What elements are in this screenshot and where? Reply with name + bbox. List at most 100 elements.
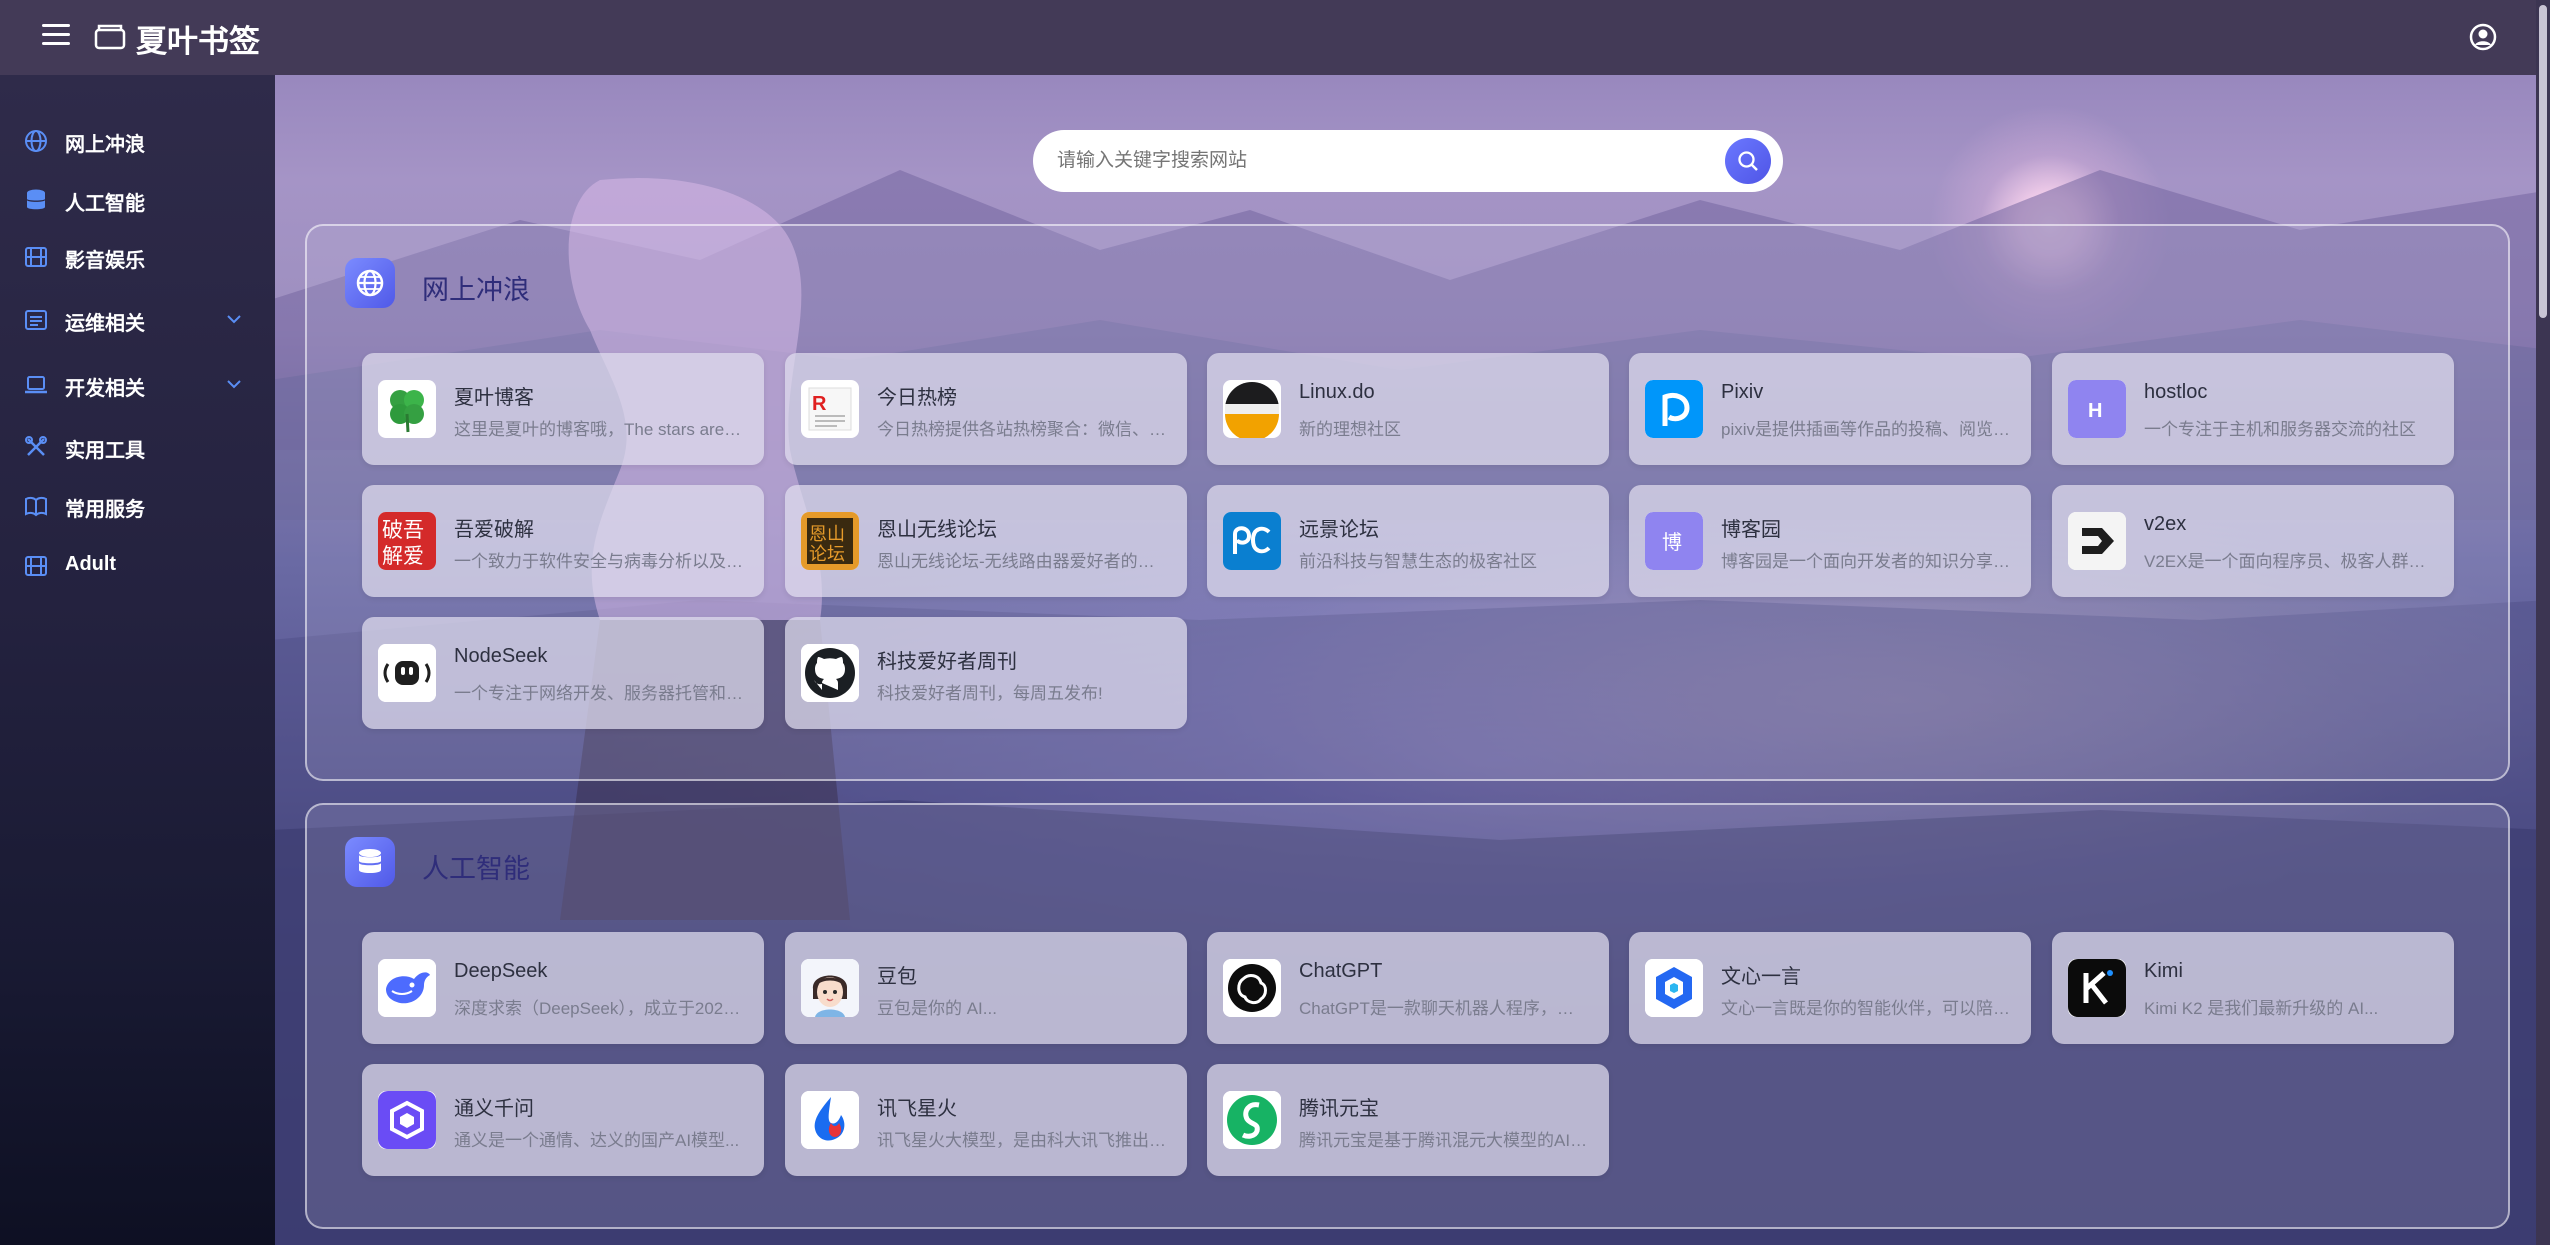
site-card-v2ex[interactable]: v2ex V2EX是一个面向程序员、极客人群的创意社区 [2052,485,2454,597]
database-icon [27,189,45,210]
card-description: 今日热榜提供各站热榜聚合：微信、今日头条、百度... [877,420,1167,439]
sidebar-item-label: 开发相关 [65,378,145,400]
user-circle-icon[interactable] [2468,22,2498,52]
scrollbar-thumb[interactable] [2539,5,2547,318]
sidebar-item-label: 影音娱乐 [65,250,145,272]
card-description: pixiv是提供插画等作品的投稿、阅览服务的插画交流网站 [1721,420,2011,439]
site-card-chatgpt[interactable]: ChatGPT ChatGPT是一款聊天机器人程序，能够通过理解和学习... [1207,932,1609,1044]
site-card-doubao[interactable]: 豆包 豆包是你的 AI... [785,932,1187,1044]
site-card-kimi[interactable]: Kimi Kimi K2 是我们最新升级的 AI... [2052,932,2454,1044]
clover-icon [378,380,436,438]
doubao-avatar-icon [801,959,859,1017]
site-card-hostloc[interactable]: H hostloc 一个专注于主机和服务器交流的社区 [2052,353,2454,465]
database-icon [359,849,381,873]
card-title: v2ex [2144,513,2187,535]
svg-text:破吾: 破吾 [382,518,424,542]
linuxdo-logo-icon [1223,380,1281,438]
section-ai: 人工智能 DeepSeek 深度求索（DeepSeek），成立于2023年，专注… [305,803,2510,1229]
hostloc-logo-icon: H [2068,380,2126,438]
card-title: 通义千问 [454,1098,534,1120]
sidebar-item-tools[interactable]: 实用工具 [0,422,275,472]
site-card-linuxdo[interactable]: Linux.do 新的理想社区 [1207,353,1609,465]
card-description: 通义是一个通情、达义的国产AI模型... [454,1131,740,1150]
site-card-tophub[interactable]: R 今日热榜 今日热榜提供各站热榜聚合：微信、今日头条、百度... [785,353,1187,465]
book-icon [25,496,47,517]
card-title: 讯飞星火 [877,1098,957,1120]
site-card-xiaye-blog[interactable]: 夏叶博客 这里是夏叶的博客哦，The stars are shining bri… [362,353,764,465]
section-surfing: 网上冲浪 夏叶博客 这里是夏叶的博客哦，The stars are shinin… [305,224,2510,781]
globe-icon [356,269,384,297]
card-title: Kimi [2144,960,2183,982]
v2ex-logo-icon [2068,512,2126,570]
card-title: 豆包 [877,966,917,988]
pixiv-logo-icon [1645,380,1703,438]
svg-text:R: R [812,393,827,415]
card-description: 恩山无线论坛-无线路由器爱好者的乐园 [877,552,1167,571]
card-description: 博客园是一个面向开发者的知识分享社区 [1721,552,2011,571]
card-description: Kimi K2 是我们最新升级的 AI... [2144,999,2379,1018]
site-card-nodeseek[interactable]: NodeSeek 一个专注于网络开发、服务器托管和运维的社区 [362,617,764,729]
globe-icon [25,130,47,152]
sidebar-item-ai[interactable]: 人工智能 [0,175,275,225]
card-title: 腾讯元宝 [1299,1098,1379,1120]
sidebar-item-label: 实用工具 [65,440,145,462]
search-bar [1033,130,1783,192]
card-description: 深度求索（DeepSeek），成立于2023年，专注于研究... [454,999,744,1018]
card-title: 博客园 [1721,519,1781,541]
site-card-52pojie[interactable]: 破吾 解爱 吾爱破解 一个致力于软件安全与病毒分析以及逆向工程的论坛 [362,485,764,597]
sidebar-item-label: 常用服务 [65,499,145,521]
svg-text:博: 博 [1662,530,1682,554]
card-title: 文心一言 [1721,966,1801,988]
chevron-down-icon [227,315,241,324]
yuanbao-icon [1223,1091,1281,1149]
section-icon [345,837,395,887]
card-title: hostloc [2144,381,2208,403]
sidebar-item-adult[interactable]: Adult [0,541,275,591]
sidebar-item-entertainment[interactable]: 影音娱乐 [0,232,275,282]
card-description: 豆包是你的 AI... [877,999,997,1018]
sidebar-item-label: 人工智能 [65,193,145,215]
search-input[interactable] [1057,142,1697,180]
site-card-weekly[interactable]: 科技爱好者周刊 科技爱好者周刊，每周五发布! [785,617,1187,729]
card-description: 一个致力于软件安全与病毒分析以及逆向工程的论坛 [454,552,744,571]
right-logo-icon: 恩山 论坛 [801,512,859,570]
card-title: Pixiv [1721,381,1764,403]
menu-icon[interactable] [42,24,70,50]
card-title: 吾爱破解 [454,519,534,541]
site-card-yuanbao[interactable]: 腾讯元宝 腾讯元宝是基于腾讯混元大模型的AI助手 [1207,1064,1609,1176]
openai-icon [1223,959,1281,1017]
site-card-xinghuo[interactable]: 讯飞星火 讯飞星火大模型，是由科大讯飞推出的新一代认知智能大模型 [785,1064,1187,1176]
svg-text:H: H [2088,400,2102,422]
site-card-pixiv[interactable]: Pixiv pixiv是提供插画等作品的投稿、阅览服务的插画交流网站 [1629,353,2031,465]
card-description: V2EX是一个面向程序员、极客人群的创意社区 [2144,552,2434,571]
search-button[interactable] [1725,138,1771,184]
page-scrollbar[interactable] [2536,0,2550,1245]
svg-text:解爱: 解爱 [382,544,424,568]
card-title: 远景论坛 [1299,519,1379,541]
sidebar-item-label: Adult [65,553,117,575]
sidebar-item-surfing[interactable]: 网上冲浪 [0,116,275,166]
card-description: 科技爱好者周刊，每周五发布! [877,684,1103,703]
card-description: 腾讯元宝是基于腾讯混元大模型的AI助手 [1299,1131,1589,1150]
card-title: Linux.do [1299,381,1375,403]
film-icon [25,556,47,576]
nodeseek-logo-icon [378,644,436,702]
github-icon [801,644,859,702]
card-title: 科技爱好者周刊 [877,651,1017,673]
sidebar-item-dev[interactable]: 开发相关 [0,360,275,410]
site-card-tongyi[interactable]: 通义千问 通义是一个通情、达义的国产AI模型... [362,1064,764,1176]
site-card-wenxin[interactable]: 文心一言 文心一言既是你的智能伙伴，可以陪你聊天、回答问题... [1629,932,2031,1044]
r-logo-icon: R [801,380,859,438]
sidebar-item-ops[interactable]: 运维相关 [0,295,275,345]
app-title: 夏叶书签 [136,24,260,59]
sidebar: 网上冲浪 人工智能 影音娱乐 运维相关 开发相关 实用工具 常用服务 Adult [0,75,275,1245]
film-icon [25,247,47,267]
svg-text:恩山: 恩山 [809,524,845,545]
site-card-deepseek[interactable]: DeepSeek 深度求索（DeepSeek），成立于2023年，专注于研究..… [362,932,764,1044]
site-card-right[interactable]: 恩山 论坛 恩山无线论坛 恩山无线论坛-无线路由器爱好者的乐园 [785,485,1187,597]
site-card-cnblogs[interactable]: 博 博客园 博客园是一个面向开发者的知识分享社区 [1629,485,2031,597]
site-card-pcbeta[interactable]: 远景论坛 前沿科技与智慧生态的极客社区 [1207,485,1609,597]
sidebar-item-services[interactable]: 常用服务 [0,481,275,531]
section-icon [345,258,395,308]
chevron-down-icon [227,380,241,389]
